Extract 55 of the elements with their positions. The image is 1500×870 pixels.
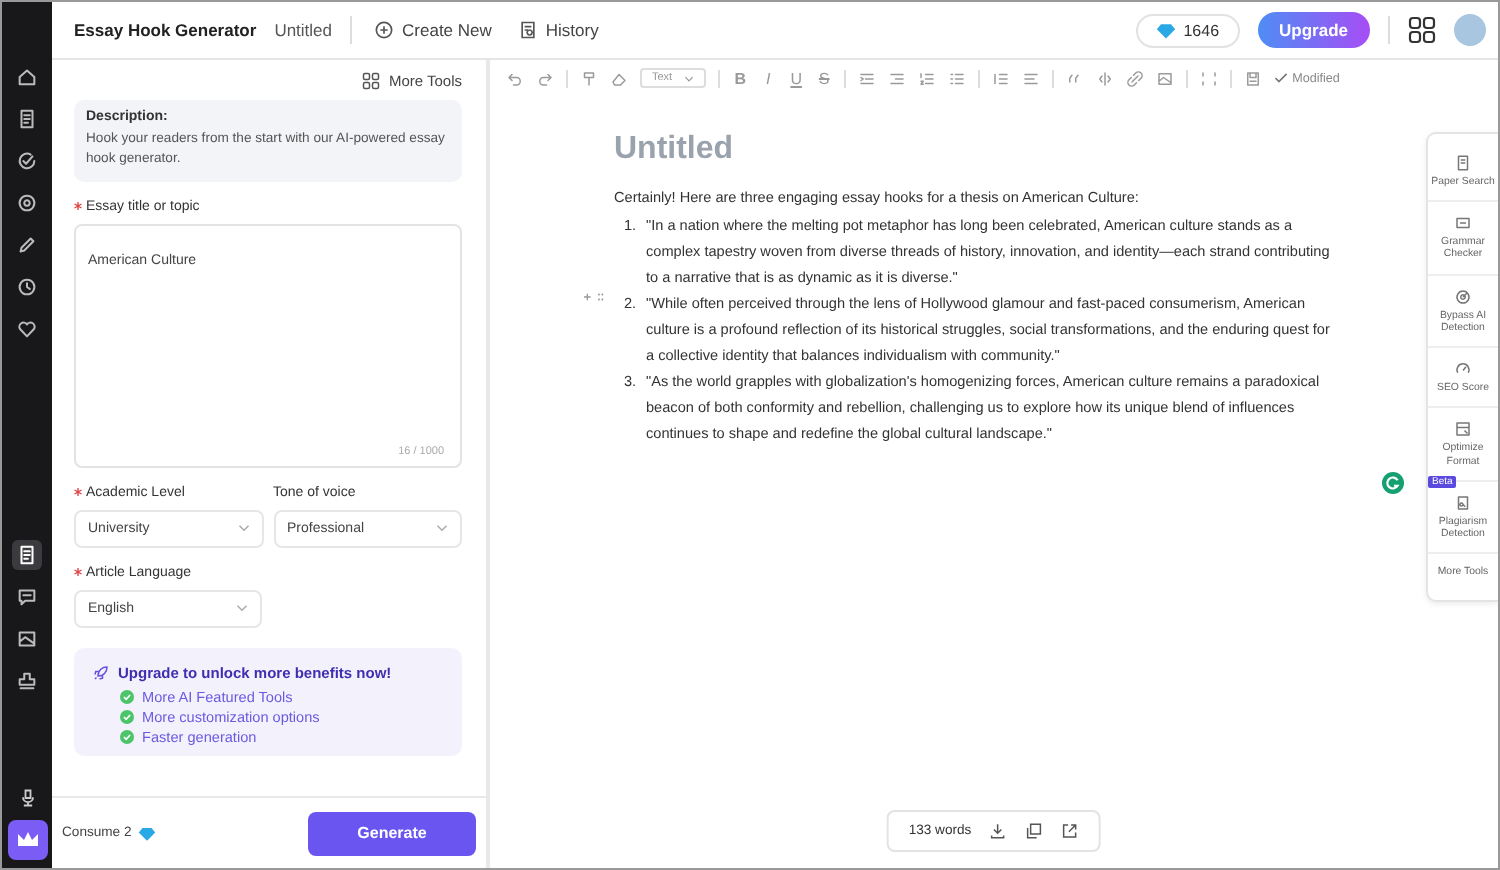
spacing-icon[interactable]	[992, 69, 1011, 87]
grid-icon[interactable]	[1408, 16, 1436, 44]
microphone-icon[interactable]	[17, 788, 37, 808]
gauge-icon	[1454, 360, 1472, 379]
chevron-down-icon	[684, 75, 695, 81]
diamond-icon	[137, 825, 156, 841]
indent-icon[interactable]	[858, 69, 877, 87]
document-title: Untitled	[274, 20, 333, 40]
check-icon	[120, 729, 134, 744]
required-icon	[74, 568, 82, 577]
ordered-icon[interactable]	[918, 69, 937, 87]
required-icon	[74, 488, 82, 497]
expand-icon[interactable]	[1200, 69, 1219, 87]
grammar-icon	[1454, 214, 1472, 233]
redo-icon[interactable]	[536, 69, 554, 87]
generate-button[interactable]: Generate	[308, 811, 476, 855]
required-icon	[74, 202, 82, 211]
eraser-icon[interactable]	[610, 69, 628, 87]
download-icon[interactable]	[989, 822, 1008, 840]
open-external-icon[interactable]	[1061, 822, 1080, 840]
plagiarism-icon	[1454, 493, 1472, 512]
document-icon[interactable]	[12, 540, 42, 570]
paint-icon[interactable]	[580, 69, 598, 87]
save-icon[interactable]	[1244, 69, 1263, 87]
check-icon	[120, 709, 134, 724]
grid-icon	[362, 72, 381, 90]
chevron-down-icon	[237, 524, 249, 533]
bullets-icon[interactable]	[948, 69, 967, 87]
grammar-assistant-icon[interactable]	[1382, 472, 1404, 494]
document-heading: Untitled	[614, 132, 736, 168]
chevron-down-icon	[236, 604, 248, 613]
copy-icon[interactable]	[1025, 822, 1044, 840]
chevron-down-icon	[436, 524, 448, 533]
check-icon	[1274, 72, 1289, 84]
upgrade-button[interactable]: Upgrade	[1257, 12, 1370, 48]
outdent-icon[interactable]	[888, 69, 907, 87]
quote-icon[interactable]	[1066, 69, 1085, 87]
history-icon	[517, 20, 538, 40]
format-icon	[1454, 420, 1472, 439]
avatar[interactable]	[1454, 14, 1486, 46]
crown-app-icon[interactable]	[7, 820, 47, 860]
paper-icon	[1454, 154, 1472, 172]
code-icon[interactable]	[1096, 69, 1115, 87]
target-icon	[1454, 287, 1472, 306]
create-new-button[interactable]: Create New	[370, 20, 496, 40]
rocket-icon	[92, 663, 110, 682]
undo-icon[interactable]	[506, 69, 524, 87]
plus-circle-icon	[374, 20, 395, 40]
history-button[interactable]: History	[513, 20, 603, 40]
align-icon[interactable]	[1022, 69, 1041, 87]
credits-badge[interactable]: 1646	[1135, 13, 1240, 47]
app-name: Essay Hook Generator	[74, 20, 257, 40]
diamond-icon	[1155, 21, 1176, 39]
link-icon[interactable]	[1126, 69, 1145, 87]
check-icon	[120, 689, 134, 704]
